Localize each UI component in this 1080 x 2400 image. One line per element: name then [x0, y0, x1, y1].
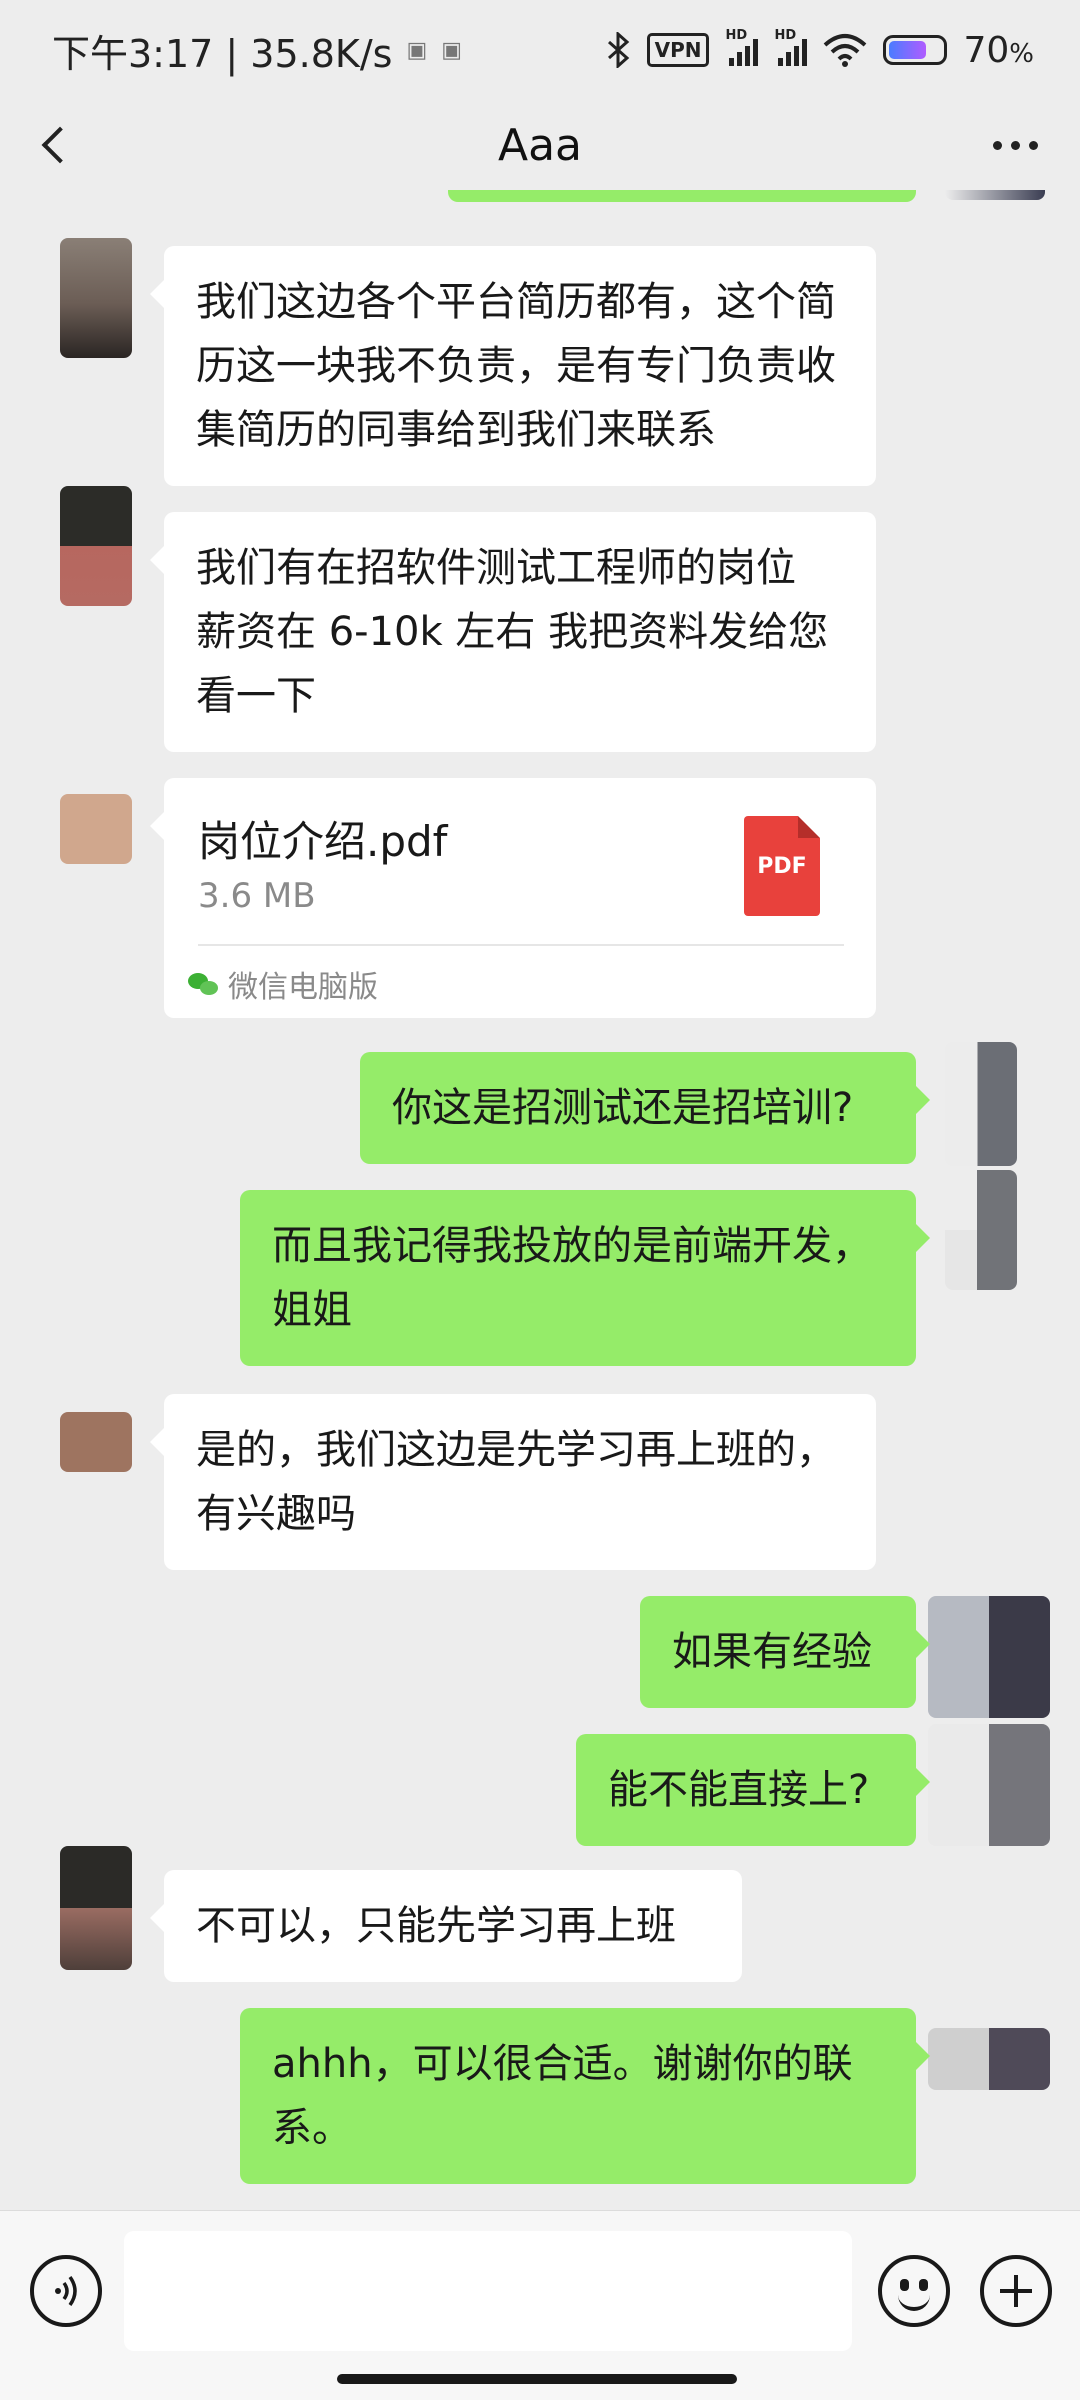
- message-text: 而且我记得我投放的是前端开发，姐姐: [272, 1223, 872, 1333]
- message-bubble-sent[interactable]: 能不能直接上?: [576, 1734, 930, 1846]
- battery-percent: 70%: [963, 30, 1034, 71]
- notification-icon: ▣: [441, 37, 463, 63]
- emoji-button[interactable]: [878, 2255, 950, 2327]
- my-avatar[interactable]: [945, 190, 1045, 200]
- partial-message-bubble[interactable]: [448, 190, 916, 202]
- battery-unit: %: [1009, 38, 1034, 69]
- message-bubble-sent[interactable]: 而且我记得我投放的是前端开发，姐姐: [240, 1190, 930, 1366]
- contact-avatar[interactable]: [60, 486, 132, 606]
- chevron-left-icon: [41, 126, 79, 164]
- back-button[interactable]: [30, 120, 80, 170]
- vpn-icon: VPN: [646, 33, 710, 67]
- message-bubble-received[interactable]: 我们这边各个平台简历都有，这个简历这一块我不负责，是有专门负责收集简历的同事给到…: [150, 246, 876, 486]
- more-dots-icon: [992, 140, 1002, 150]
- home-indicator[interactable]: [337, 2374, 737, 2384]
- message-text: 不可以，只能先学习再上班: [196, 1903, 676, 1949]
- notification-icon: ▣: [406, 37, 428, 63]
- voice-button[interactable]: [30, 2255, 102, 2327]
- my-avatar[interactable]: [928, 1596, 1050, 1718]
- file-name: 岗位介绍.pdf: [198, 817, 448, 866]
- message-text: 我们有在招软件测试工程师的岗位 薪资在 6-10k 左右 我把资料发给您看一下: [196, 545, 829, 719]
- message-text: ahhh，可以很合适。谢谢你的联系。: [272, 2041, 853, 2151]
- message-text: 如果有经验: [672, 1629, 872, 1675]
- battery-value: 70: [963, 29, 1010, 71]
- hd-label: HD: [774, 28, 797, 43]
- contact-avatar[interactable]: [60, 794, 132, 864]
- wifi-icon: [824, 34, 867, 67]
- chat-messages[interactable]: 我们这边各个平台简历都有，这个简历这一块我不负责，是有专门负责收集简历的同事给到…: [0, 190, 1080, 2210]
- status-time-speed: 下午3:17 | 35.8K/s: [52, 31, 393, 76]
- message-text: 你这是招测试还是招培训?: [392, 1085, 854, 1131]
- emoji-eye: [919, 2279, 928, 2291]
- more-dot: [1028, 140, 1038, 150]
- message-bubble-received[interactable]: 不可以，只能先学习再上班: [150, 1870, 742, 1982]
- signal-icon: HD: [725, 28, 759, 66]
- contact-avatar[interactable]: [60, 1846, 132, 1970]
- more-button[interactable]: [980, 120, 1050, 170]
- my-avatar[interactable]: [945, 1170, 1017, 1290]
- status-right: VPN HD HD 70%: [607, 28, 1034, 71]
- message-bubble-sent[interactable]: 你这是招测试还是招培训?: [360, 1052, 930, 1164]
- status-left: 下午3:17 | 35.8K/s ▣ ▣: [52, 23, 462, 78]
- message-bubble-sent[interactable]: 如果有经验: [640, 1596, 930, 1708]
- file-message-card[interactable]: 岗位介绍.pdf 3.6 MB PDF 微信电脑版: [150, 778, 876, 1018]
- chat-input-bar: [0, 2210, 1080, 2400]
- message-bubble-received[interactable]: 是的，我们这边是先学习再上班的，有兴趣吗: [150, 1394, 876, 1570]
- plus-button[interactable]: [980, 2255, 1052, 2327]
- message-bubble-received[interactable]: 我们有在招软件测试工程师的岗位 薪资在 6-10k 左右 我把资料发给您看一下: [150, 512, 876, 752]
- emoji-mouth: [898, 2291, 930, 2311]
- my-avatar[interactable]: [945, 1042, 1017, 1166]
- file-size: 3.6 MB: [198, 876, 316, 916]
- pdf-icon: PDF: [744, 816, 820, 916]
- bluetooth-icon: [607, 32, 629, 68]
- battery-icon: [883, 35, 948, 65]
- status-bar: 下午3:17 | 35.8K/s ▣ ▣ VPN HD HD 70%: [0, 0, 1080, 100]
- file-source: 微信电脑版: [188, 962, 378, 1006]
- message-text: 能不能直接上?: [608, 1767, 870, 1813]
- message-input[interactable]: [124, 2231, 852, 2351]
- emoji-icon: [900, 2279, 909, 2291]
- my-avatar[interactable]: [928, 2028, 1050, 2090]
- contact-avatar[interactable]: [60, 1412, 132, 1472]
- signal-icon: HD: [774, 28, 808, 66]
- pdf-badge-label: PDF: [757, 853, 807, 879]
- chat-header: Aaa: [0, 100, 1080, 190]
- message-bubble-sent[interactable]: ahhh，可以很合适。谢谢你的联系。: [240, 2008, 930, 2184]
- message-text: 是的，我们这边是先学习再上班的，有兴趣吗: [196, 1427, 836, 1537]
- message-text: 我们这边各个平台简历都有，这个简历这一块我不负责，是有专门负责收集简历的同事给到…: [196, 279, 836, 453]
- my-avatar[interactable]: [928, 1724, 1050, 1846]
- voice-icon: [55, 2275, 77, 2307]
- file-source-label: 微信电脑版: [228, 970, 378, 1005]
- hd-label: HD: [725, 28, 748, 43]
- chat-title: Aaa: [497, 119, 583, 171]
- contact-avatar[interactable]: [60, 238, 132, 358]
- more-dot: [1010, 140, 1020, 150]
- wechat-icon: [188, 971, 220, 997]
- divider: [198, 944, 844, 946]
